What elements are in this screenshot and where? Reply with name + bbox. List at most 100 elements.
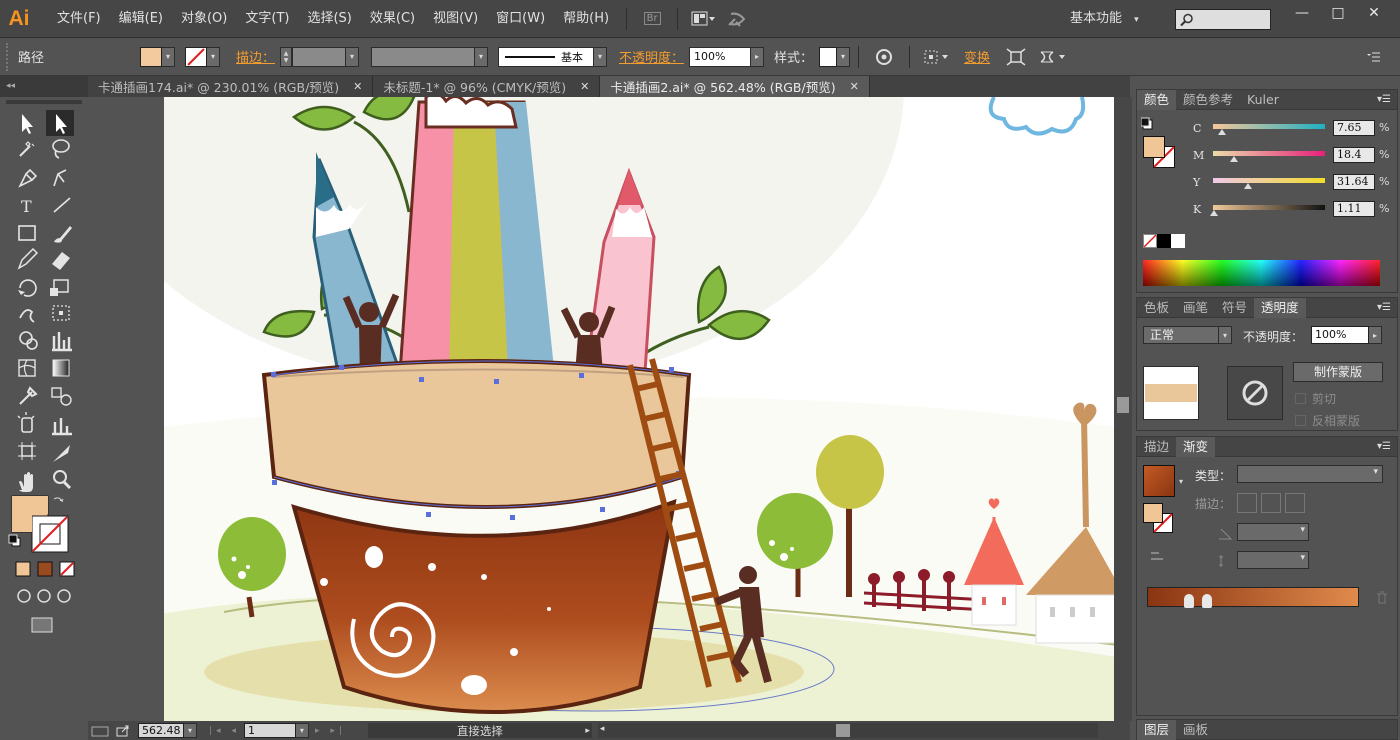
artboard-dropdown[interactable]: ▾ xyxy=(295,723,309,738)
tab-brushes[interactable]: 画笔 xyxy=(1176,298,1215,318)
vertical-scrollbar[interactable] xyxy=(1114,97,1132,721)
transparency-opacity-input[interactable]: 100% xyxy=(1311,326,1369,344)
slider-cyan-value[interactable]: 7.65 xyxy=(1333,120,1375,136)
zoom-dropdown[interactable]: ▾ xyxy=(184,723,197,738)
blend-mode-dropdown[interactable]: ▾ xyxy=(1219,326,1232,344)
gradient-swatch[interactable] xyxy=(1143,465,1175,497)
export-button[interactable] xyxy=(112,723,134,738)
artboard-prev-buttons[interactable]: |◂ ◂ xyxy=(209,726,240,736)
menu-object[interactable]: 对象(O) xyxy=(172,0,236,38)
help-search-input[interactable] xyxy=(1175,9,1271,30)
artboard-number-input[interactable]: 1 xyxy=(243,723,296,738)
tab-color[interactable]: 颜色 xyxy=(1137,89,1177,110)
clip-checkbox[interactable] xyxy=(1295,393,1306,404)
menu-view[interactable]: 视图(V) xyxy=(424,0,487,38)
stroke-dropdown[interactable]: ▾ xyxy=(207,46,220,67)
direct-selection-tool[interactable] xyxy=(46,110,72,134)
reverse-gradient-icon[interactable] xyxy=(1149,549,1165,565)
artboard[interactable] xyxy=(164,97,1118,721)
blend-mode-select[interactable]: 正常 xyxy=(1143,326,1219,344)
close-icon[interactable]: ✕ xyxy=(850,80,859,93)
stroke-across-button[interactable] xyxy=(1285,493,1305,513)
control-panel-menu-button[interactable] xyxy=(1360,46,1386,68)
slider-black-value[interactable]: 1.11 xyxy=(1333,201,1375,217)
document-tab[interactable]: 未标题-1* @ 96% (CMYK/预览) ✕ xyxy=(373,76,601,97)
gradient-aspect-input[interactable]: ▾ xyxy=(1237,551,1309,569)
slider-yellow-track[interactable] xyxy=(1213,178,1325,183)
trash-icon[interactable] xyxy=(1375,591,1389,605)
panel-menu-icon[interactable]: ▾☰ xyxy=(1377,441,1391,452)
h-scroll-thumb[interactable] xyxy=(835,724,850,737)
selection-tool[interactable] xyxy=(8,110,34,134)
white-swatch[interactable] xyxy=(1171,234,1185,248)
panel-menu-icon[interactable]: ▾☰ xyxy=(1377,94,1391,105)
tab-layers[interactable]: 图层 xyxy=(1137,719,1177,740)
graphic-style-dropdown[interactable]: ▾ xyxy=(837,46,851,67)
arrange-documents-button[interactable] xyxy=(690,8,716,30)
stroke-swatch[interactable] xyxy=(185,46,207,67)
scroll-left-icon[interactable]: ◂ xyxy=(600,724,605,734)
variable-width-field[interactable] xyxy=(371,46,476,67)
make-mask-button[interactable]: 制作蒙版 xyxy=(1293,362,1383,382)
zoom-level-input[interactable]: 562.48 xyxy=(138,723,184,738)
recolor-artwork-button[interactable] xyxy=(871,46,897,68)
slider-magenta-value[interactable]: 18.4 xyxy=(1333,147,1375,163)
slider-yellow-value[interactable]: 31.64 xyxy=(1333,174,1375,190)
stroke-weight-field[interactable] xyxy=(292,46,347,67)
transform-panel-link[interactable]: 变换 xyxy=(964,47,990,66)
document-tab-active[interactable]: 卡通插画2.ai* @ 562.48% (RGB/预览) ✕ xyxy=(600,76,870,97)
workspace-switcher[interactable]: 基本功能 ▾ xyxy=(1070,0,1139,38)
fill-dropdown[interactable]: ▾ xyxy=(162,46,175,67)
status-icon-button[interactable] xyxy=(88,723,112,738)
close-icon[interactable]: ✕ xyxy=(580,80,589,93)
menu-window[interactable]: 窗口(W) xyxy=(487,0,554,38)
slider-black-track[interactable] xyxy=(1213,205,1325,210)
fill-box[interactable] xyxy=(1143,136,1165,158)
illustration[interactable] xyxy=(164,97,1118,721)
close-window-button[interactable]: ✕ xyxy=(1356,0,1392,26)
gradient-angle-input[interactable]: ▾ xyxy=(1237,523,1309,541)
menu-edit[interactable]: 编辑(E) xyxy=(110,0,172,38)
stroke-along-button[interactable] xyxy=(1261,493,1281,513)
tab-symbols[interactable]: 符号 xyxy=(1215,298,1254,318)
brush-profile-dropdown[interactable]: ▾ xyxy=(594,46,608,67)
artboard-next-buttons[interactable]: ▸ ▸| xyxy=(315,726,346,736)
tab-swatches[interactable]: 色板 xyxy=(1137,298,1176,318)
document-tab[interactable]: 卡通插画174.ai* @ 230.01% (RGB/预览) ✕ xyxy=(88,76,374,97)
slider-cyan-thumb[interactable] xyxy=(1217,129,1226,135)
stroke-weight-stepper[interactable]: ▲ ▼ xyxy=(280,46,293,67)
variable-width-dropdown[interactable]: ▾ xyxy=(475,46,489,67)
gpu-performance-button[interactable] xyxy=(724,8,750,30)
opacity-input[interactable]: 100% xyxy=(689,46,752,67)
opacity-panel-link[interactable]: 不透明度： xyxy=(619,47,684,66)
restore-button[interactable]: □ xyxy=(1320,0,1356,26)
align-reference-button[interactable] xyxy=(922,46,952,68)
gradient-fill-stroke[interactable] xyxy=(1143,503,1175,535)
current-tool-status[interactable]: 直接选择 ▸ xyxy=(367,723,592,738)
transparency-opacity-flyout[interactable]: ▸ xyxy=(1369,326,1382,344)
opacity-flyout[interactable]: ▸ xyxy=(751,46,765,67)
clip-option[interactable]: 剪切 xyxy=(1295,390,1336,407)
stroke-within-button[interactable] xyxy=(1237,493,1257,513)
color-spectrum[interactable] xyxy=(1143,260,1380,286)
gradient-slider[interactable] xyxy=(1147,587,1359,608)
menu-help[interactable]: 帮助(H) xyxy=(554,0,618,38)
panel-menu-icon[interactable]: ▾☰ xyxy=(1377,302,1391,313)
control-bar-grip[interactable] xyxy=(6,42,14,71)
slider-yellow-thumb[interactable] xyxy=(1244,183,1253,189)
menu-file[interactable]: 文件(F) xyxy=(48,0,110,38)
invert-mask-checkbox[interactable] xyxy=(1295,415,1306,426)
invert-mask-option[interactable]: 反相蒙版 xyxy=(1295,412,1360,429)
scroll-thumb[interactable] xyxy=(1117,397,1129,413)
close-icon[interactable]: ✕ xyxy=(353,80,362,93)
graphic-style-swatch[interactable] xyxy=(819,46,838,67)
stroke-panel-link[interactable]: 描边： xyxy=(236,47,275,66)
slider-magenta-thumb[interactable] xyxy=(1229,156,1238,162)
envelope-distort-button[interactable] xyxy=(1037,46,1071,68)
color-fill-stroke-box[interactable] xyxy=(1143,136,1177,170)
toolbox-collapse-bar[interactable]: ◂◂ xyxy=(0,76,88,97)
object-thumbnail[interactable] xyxy=(1143,366,1199,420)
fill-stroke-mini[interactable] xyxy=(1141,116,1157,132)
menu-type[interactable]: 文字(T) xyxy=(236,0,298,38)
black-swatch[interactable] xyxy=(1157,234,1171,248)
